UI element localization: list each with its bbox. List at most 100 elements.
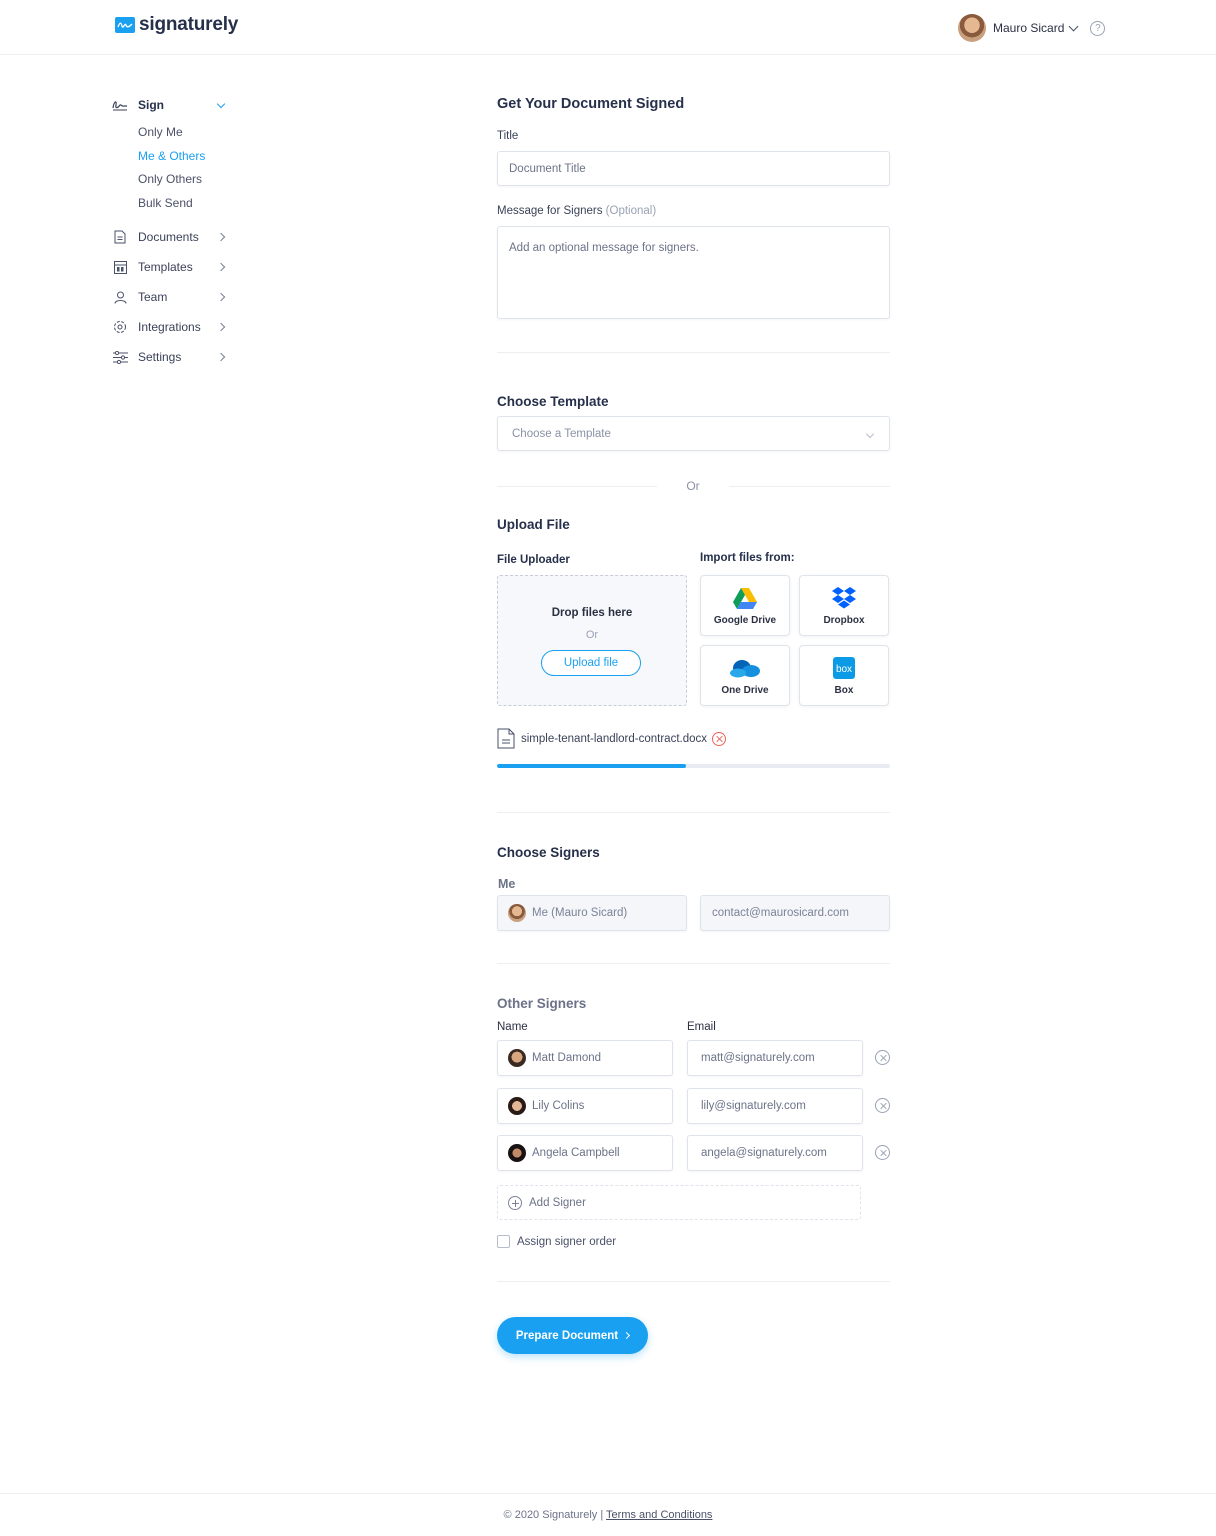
or-divider-right — [729, 486, 890, 487]
footer: © 2020 Signaturely | Terms and Condition… — [0, 1493, 1216, 1536]
import-source-name: Box — [834, 685, 854, 696]
signer-name-input[interactable]: Lily Colins — [497, 1088, 673, 1124]
sidebar-sub-me-and-others[interactable]: Me & Others — [138, 149, 205, 163]
file-uploader-label: File Uploader — [497, 554, 570, 566]
chevron-right-icon — [623, 1331, 631, 1340]
chevron-right-icon — [216, 232, 226, 242]
user-icon — [112, 289, 128, 305]
add-signer-label: Add Signer — [529, 1196, 586, 1209]
integrations-icon — [112, 319, 128, 335]
sidebar-item-settings[interactable]: Settings — [112, 347, 232, 367]
import-dropbox[interactable]: Dropbox — [799, 575, 889, 636]
terms-link[interactable]: Terms and Conditions — [606, 1509, 712, 1521]
import-source-name: One Drive — [721, 685, 769, 696]
other-signers-heading: Other Signers — [497, 996, 587, 1011]
dropbox-icon — [800, 586, 888, 610]
section-divider — [497, 812, 890, 813]
add-signer-button[interactable]: Add Signer — [497, 1185, 861, 1220]
signer-name: Matt Damond — [532, 1052, 602, 1064]
top-header: signaturely Mauro Sicard ? — [0, 0, 1216, 55]
sidebar-item-sign[interactable]: Sign — [112, 95, 232, 115]
prepare-document-label: Prepare Document — [515, 1329, 619, 1342]
file-dropzone[interactable]: Drop files here Or Upload file — [497, 575, 687, 706]
sidebar-item-templates[interactable]: Templates — [112, 257, 232, 277]
chevron-right-icon — [216, 262, 226, 272]
sidebar-item-team[interactable]: Team — [112, 287, 232, 307]
import-source-name: Google Drive — [713, 615, 777, 626]
remove-signer-icon[interactable] — [875, 1050, 890, 1065]
avatar — [508, 1049, 526, 1067]
import-box[interactable]: box Box — [799, 645, 889, 706]
remove-file-icon[interactable] — [712, 731, 727, 746]
assign-order-checkbox[interactable] — [497, 1235, 510, 1248]
logo-text: signaturely — [139, 14, 239, 35]
page-title: Get Your Document Signed — [497, 96, 685, 112]
optional-tag: (Optional) — [605, 205, 657, 217]
chevron-right-icon — [216, 352, 226, 362]
upload-file-button[interactable]: Upload file — [541, 650, 641, 676]
signer-name-input[interactable]: Matt Damond — [497, 1040, 673, 1076]
uploaded-file-row: simple-tenant-landlord-contract.docx — [497, 728, 727, 749]
upload-progress-bar — [497, 764, 890, 768]
box-icon: box — [800, 656, 888, 680]
sidebar-sign-label: Sign — [138, 98, 164, 112]
upload-progress-fill — [497, 764, 686, 768]
prepare-document-button[interactable]: Prepare Document — [497, 1317, 648, 1354]
signer-email-input[interactable]: angela@signaturely.com — [687, 1135, 863, 1171]
chevron-right-icon — [216, 292, 226, 302]
sliders-icon — [112, 349, 128, 365]
sidebar-sub-bulk-send[interactable]: Bulk Send — [138, 196, 193, 210]
user-menu[interactable]: Mauro Sicard ? — [958, 14, 1106, 42]
uploaded-file-name: simple-tenant-landlord-contract.docx — [521, 732, 708, 745]
sidebar-integrations-label: Integrations — [138, 320, 201, 334]
avatar — [508, 1097, 526, 1115]
sidebar-settings-label: Settings — [138, 350, 182, 364]
import-onedrive[interactable]: One Drive — [700, 645, 790, 706]
template-select[interactable]: Choose a Template — [497, 416, 890, 451]
sidebar-templates-label: Templates — [138, 260, 193, 274]
signer-email: lily@signaturely.com — [701, 1100, 806, 1112]
file-icon — [497, 728, 515, 749]
help-glyph: ? — [1095, 22, 1101, 34]
sidebar-documents-label: Documents — [138, 230, 199, 244]
drop-title: Drop files here — [551, 607, 633, 619]
message-placeholder: Add an optional message for signers. — [509, 242, 699, 254]
remove-signer-icon[interactable] — [875, 1145, 890, 1160]
me-email: contact@maurosicard.com — [712, 907, 849, 919]
signer-email: matt@signaturely.com — [701, 1052, 815, 1064]
signer-email: angela@signaturely.com — [701, 1147, 827, 1159]
import-google-drive[interactable]: Google Drive — [700, 575, 790, 636]
assign-order-label: Assign signer order — [517, 1235, 617, 1248]
assign-order-row[interactable]: Assign signer order — [497, 1235, 616, 1248]
title-placeholder: Document Title — [509, 162, 586, 175]
choose-template-heading: Choose Template — [497, 394, 609, 409]
plus-circle-icon — [508, 1195, 522, 1210]
avatar — [508, 1144, 526, 1162]
signer-email-input[interactable]: matt@signaturely.com — [687, 1040, 863, 1076]
signer-email-input[interactable]: lily@signaturely.com — [687, 1088, 863, 1124]
section-divider — [497, 963, 890, 964]
sidebar-item-integrations[interactable]: Integrations — [112, 317, 232, 337]
message-textarea[interactable]: Add an optional message for signers. — [497, 226, 890, 319]
sidebar-sub-only-others[interactable]: Only Others — [138, 172, 202, 186]
signer-name-input[interactable]: Angela Campbell — [497, 1135, 673, 1171]
remove-signer-icon[interactable] — [875, 1098, 890, 1113]
chevron-down-icon — [865, 429, 875, 439]
or-divider-left — [497, 486, 657, 487]
template-placeholder: Choose a Template — [512, 427, 611, 440]
choose-signers-heading: Choose Signers — [497, 845, 600, 860]
signer-name: Angela Campbell — [532, 1147, 620, 1159]
copyright: © 2020 Signaturely | — [503, 1509, 604, 1521]
sidebar-item-documents[interactable]: Documents — [112, 227, 232, 247]
help-icon[interactable]: ? — [1090, 20, 1106, 36]
onedrive-icon — [701, 656, 789, 680]
section-divider — [497, 352, 890, 353]
email-column-label: Email — [687, 1021, 716, 1033]
chevron-down-icon — [1068, 21, 1079, 31]
signaturely-logo[interactable]: signaturely — [115, 14, 238, 36]
document-title-input[interactable]: Document Title — [497, 151, 890, 186]
me-label: Me — [498, 877, 516, 891]
message-label-text: Message for Signers — [497, 205, 603, 217]
google-drive-icon — [701, 586, 789, 610]
sidebar-sub-only-me[interactable]: Only Me — [138, 125, 183, 139]
